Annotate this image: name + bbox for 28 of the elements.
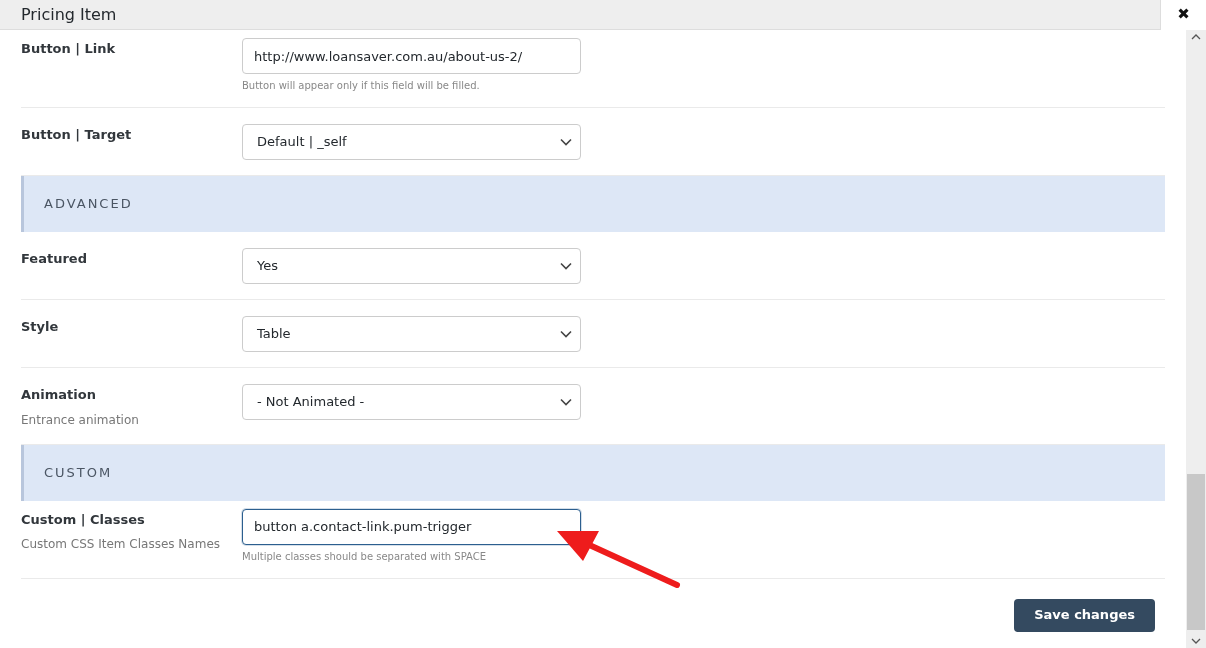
field-label: Animation <box>21 386 97 404</box>
close-button[interactable]: ✖ <box>1160 0 1206 30</box>
dropdown[interactable]: - Not Animated - <box>242 384 581 420</box>
field-label: Featured <box>21 250 88 268</box>
dropdown[interactable]: Default | _self <box>242 124 581 160</box>
field-hint: Button will appear only if this field will be filled. <box>242 79 481 93</box>
dropdown[interactable]: Table <box>242 316 581 352</box>
chevron-down-icon <box>560 262 572 270</box>
section-title: ADVANCED <box>44 195 133 214</box>
chevron-down-icon <box>560 330 572 338</box>
dialog-title: Pricing Item <box>20 3 117 26</box>
text-field[interactable]: http://www.loansaver.com.au/about-us-2/ <box>242 38 581 74</box>
field-hint: Multiple classes should be separated with SPACE <box>242 549 488 564</box>
field-description: Custom CSS Item Classes Names <box>21 536 222 553</box>
field-label: Button | Link <box>21 40 117 58</box>
scroll-down-icon[interactable] <box>1191 638 1201 644</box>
dropdown[interactable]: Yes <box>242 248 581 284</box>
chevron-down-icon <box>560 138 572 146</box>
field-description: Entrance animation <box>21 411 140 429</box>
field-label: Style <box>21 318 60 336</box>
field-label: Custom | Classes <box>21 510 146 529</box>
scrollbar-thumb[interactable] <box>1187 474 1205 630</box>
text-field[interactable]: button a.contact-link.pum-trigger <box>242 508 581 545</box>
scroll-up-icon[interactable] <box>1191 34 1201 40</box>
section-title: CUSTOM <box>44 463 113 482</box>
field-label: Button | Target <box>21 126 133 144</box>
save-button[interactable]: Save changes <box>1014 598 1155 632</box>
chevron-down-icon <box>560 398 572 406</box>
